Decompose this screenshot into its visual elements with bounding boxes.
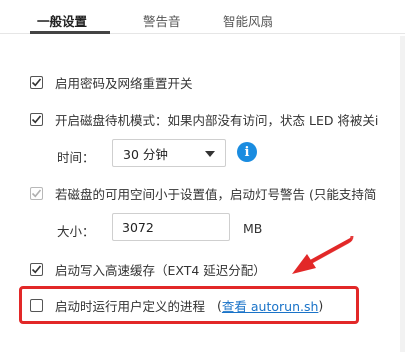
standby-time-value: 30 分钟 xyxy=(123,146,168,162)
size-input-value: 3072 xyxy=(122,219,154,235)
tab-general-settings[interactable]: 一般设置 xyxy=(37,11,87,30)
size-unit: MB xyxy=(243,221,263,236)
chevron-down-icon xyxy=(205,151,215,157)
link-close-paren: ) xyxy=(318,298,324,313)
write-cache-label: 启动写入高速缓存（EXT4 延迟分配） xyxy=(55,263,266,278)
write-cache-checkbox[interactable] xyxy=(30,263,43,276)
tab-smart-fan[interactable]: 智能风扇 xyxy=(223,11,273,30)
setting-autorun: 启动时运行用户定义的进程 ( 查看 autorun.sh ) xyxy=(30,296,323,315)
active-tab-indicator xyxy=(30,31,110,34)
autorun-label: 启动时运行用户定义的进程 xyxy=(55,299,206,314)
space-warning-label: 若磁盘的可用空间小于设置值，启动灯号警告 (只能支持简 xyxy=(55,187,377,202)
checkmark-icon xyxy=(31,78,42,87)
autorun-checkbox[interactable] xyxy=(30,299,43,312)
time-label: 时间： xyxy=(57,150,95,165)
password-reset-checkbox[interactable] xyxy=(30,76,43,89)
standby-time-select[interactable]: 30 分钟 xyxy=(112,139,226,167)
setting-space-warning: 若磁盘的可用空间小于设置值，启动灯号警告 (只能支持简 xyxy=(30,184,376,203)
checkmark-icon xyxy=(31,265,42,274)
setting-write-cache: 启动写入高速缓存（EXT4 延迟分配） xyxy=(30,260,266,279)
space-warning-checkbox[interactable] xyxy=(30,187,43,200)
checkmark-icon xyxy=(31,189,42,198)
setting-disk-standby: 开启磁盘待机模式：如果内部没有访问，状态 LED 将被关i xyxy=(30,110,378,129)
disk-standby-checkbox[interactable] xyxy=(30,113,43,126)
view-autorun-link[interactable]: 查看 autorun.sh xyxy=(222,296,319,315)
setting-password-reset: 启用密码及网络重置开关 xyxy=(30,73,193,92)
password-reset-label: 启用密码及网络重置开关 xyxy=(55,76,193,91)
size-input[interactable]: 3072 xyxy=(112,213,230,241)
checkmark-icon xyxy=(31,115,42,124)
tab-alert-sound[interactable]: 警告音 xyxy=(143,11,181,30)
scrollbar[interactable] xyxy=(400,36,405,352)
tab-bar: 一般设置 警告音 智能风扇 xyxy=(0,0,405,34)
disk-standby-label: 开启磁盘待机模式：如果内部没有访问，状态 LED 将被关i xyxy=(55,113,379,128)
info-icon[interactable]: i xyxy=(237,142,257,162)
size-label: 大小： xyxy=(57,224,95,239)
